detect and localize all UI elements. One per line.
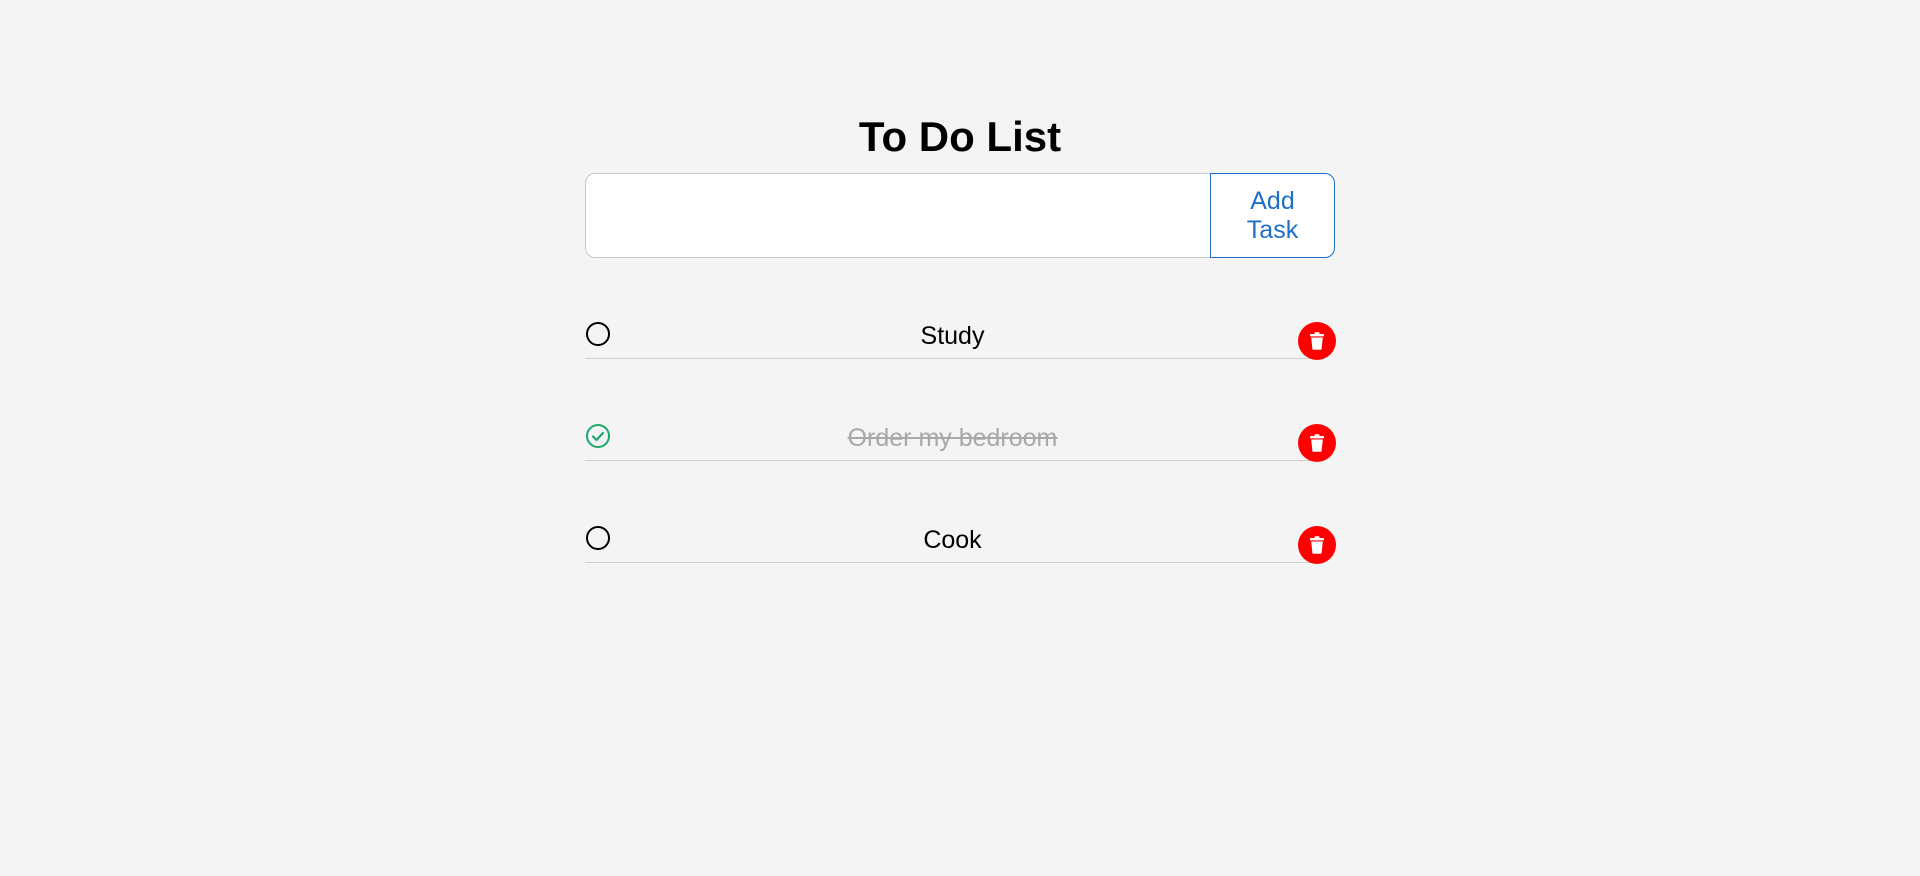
task-label: Cook — [923, 526, 982, 554]
task-label: Study — [920, 322, 985, 350]
trash-icon — [1310, 332, 1324, 350]
task-item: Cook — [585, 504, 1336, 564]
page-title: To Do List — [858, 113, 1062, 160]
task-item: Order my bedroom — [585, 402, 1336, 462]
add-task-row: Add Task — [585, 173, 1335, 258]
add-task-button-label-line2: Task — [1246, 215, 1299, 244]
delete-task-button[interactable] — [1298, 322, 1336, 360]
trash-icon — [1310, 536, 1324, 554]
task-list: Study Order my bedroom Cook — [585, 300, 1336, 606]
add-task-button-label-line1: Add — [1250, 186, 1295, 215]
add-task-button[interactable]: Add Task — [1210, 173, 1335, 258]
task-label: Order my bedroom — [847, 424, 1058, 452]
delete-task-button[interactable] — [1298, 424, 1336, 462]
delete-task-button[interactable] — [1298, 526, 1336, 564]
trash-icon — [1310, 434, 1324, 452]
task-item: Study — [585, 300, 1336, 360]
task-input[interactable] — [585, 173, 1210, 258]
